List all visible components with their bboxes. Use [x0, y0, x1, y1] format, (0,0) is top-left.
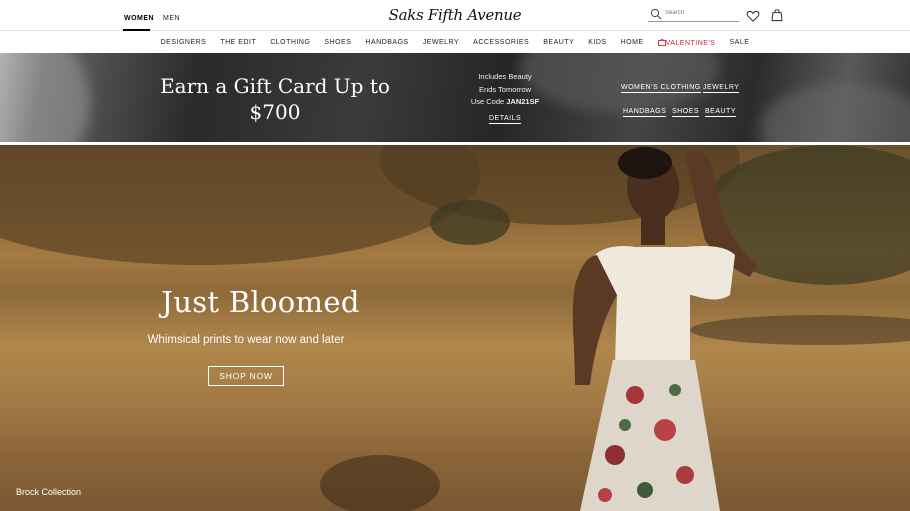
- promo-details-link[interactable]: DETAILS: [489, 115, 522, 124]
- promo-link-beauty[interactable]: BEAUTY: [705, 108, 737, 117]
- nav-item-valentines[interactable]: VALENTINE'S: [657, 38, 716, 47]
- search-box[interactable]: [648, 7, 739, 22]
- nav-item-kids[interactable]: KIDS: [588, 39, 606, 47]
- category-nav: DESIGNERS THE EDIT CLOTHING SHOES HANDBA…: [0, 31, 910, 53]
- search-icon[interactable]: [650, 8, 662, 20]
- nav-item-valentines-label: VALENTINE'S: [665, 40, 716, 47]
- promo-details: Includes Beauty Ends Tomorrow Use Code J…: [455, 71, 555, 109]
- fabric-highlight: [0, 53, 90, 142]
- promo-detail-line3: Use Code JAN21SF: [455, 96, 555, 109]
- heart-icon[interactable]: [746, 9, 760, 23]
- nav-item-shoes[interactable]: SHOES: [324, 39, 351, 47]
- promo-link-handbags[interactable]: HANDBAGS: [623, 108, 667, 117]
- fabric-highlight: [760, 83, 910, 142]
- nav-item-home[interactable]: HOME: [621, 39, 644, 47]
- hero-caption[interactable]: Brock Collection: [16, 487, 81, 497]
- category-nav-list: DESIGNERS THE EDIT CLOTHING SHOES HANDBA…: [0, 38, 910, 47]
- promo-code: JAN21SF: [506, 97, 540, 106]
- model-photo: [572, 147, 757, 511]
- promo-link-womens-clothing[interactable]: WOMEN'S CLOTHING: [621, 84, 701, 93]
- search-input[interactable]: [665, 10, 737, 16]
- top-header: WOMEN MEN Saks Fifth Avenue: [0, 0, 910, 31]
- promo-link-jewelry[interactable]: JEWELRY: [703, 84, 740, 93]
- promo-title-line1: Earn a Gift Card Up to: [160, 74, 390, 98]
- promo-banner[interactable]: Earn a Gift Card Up to $700 Includes Bea…: [0, 53, 910, 142]
- nav-item-clothing[interactable]: CLOTHING: [270, 39, 310, 47]
- promo-title-line2: $700: [249, 100, 301, 124]
- nav-item-sale[interactable]: SALE: [729, 39, 749, 47]
- nav-item-the-edit[interactable]: THE EDIT: [220, 39, 256, 47]
- hero-title: Just Bloomed: [161, 285, 360, 319]
- nav-item-accessories[interactable]: ACCESSORIES: [473, 39, 529, 47]
- promo-link-shoes[interactable]: SHOES: [672, 108, 700, 117]
- promo-detail-line1: Includes Beauty: [478, 72, 532, 81]
- hero-banner[interactable]: Just Bloomed Whimsical prints to wear no…: [0, 145, 910, 511]
- hero-subtitle: Whimsical prints to wear now and later: [147, 334, 345, 346]
- shop-now-button[interactable]: SHOP NOW: [208, 366, 284, 386]
- nav-item-handbags[interactable]: HANDBAGS: [365, 39, 408, 47]
- promo-code-prefix: Use Code: [470, 97, 507, 106]
- heart-box-icon: [657, 38, 666, 46]
- ground-shadow: [320, 455, 440, 511]
- nav-item-beauty[interactable]: BEAUTY: [543, 39, 574, 47]
- nav-item-jewelry[interactable]: JEWELRY: [423, 39, 459, 47]
- promo-title: Earn a Gift Card Up to $700: [150, 73, 400, 125]
- nav-item-designers[interactable]: DESIGNERS: [161, 39, 207, 47]
- background-shrub: [430, 200, 510, 245]
- shopping-bag-icon[interactable]: [770, 8, 784, 22]
- promo-detail-line2: Ends Tomorrow: [479, 84, 531, 94]
